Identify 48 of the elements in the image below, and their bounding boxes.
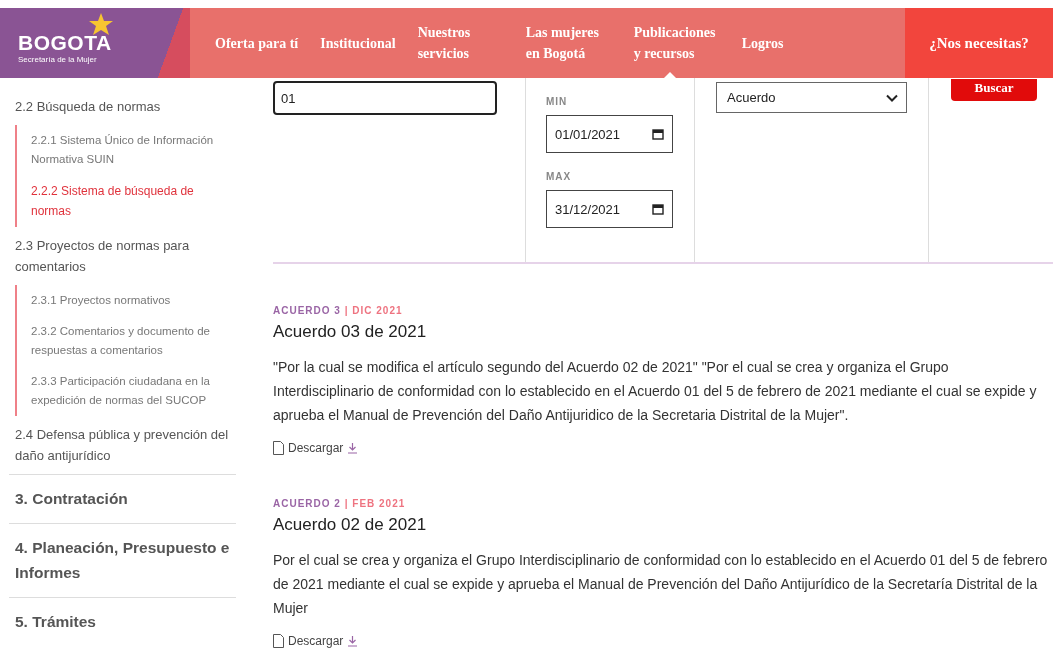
download-link[interactable]: Descargar	[288, 634, 344, 648]
star-icon	[88, 12, 114, 36]
sidebar-link[interactable]: 2.2 Búsqueda de normas	[15, 96, 236, 117]
calendar-icon[interactable]	[652, 128, 664, 140]
document-title: Acuerdo 02 de 2021	[273, 515, 428, 535]
nav-link[interactable]: Logros	[730, 8, 795, 78]
sidebar-section[interactable]: 4. Planeación, Presupuesto e Informes	[9, 523, 236, 597]
logo-panel[interactable]: BOGOTA Secretaría de la Mujer	[0, 8, 190, 78]
nav-link[interactable]: Oferta para tí	[204, 8, 310, 78]
sidebar-section[interactable]: 3. Contratación	[9, 474, 236, 523]
max-label: MAX	[546, 171, 572, 182]
download-link[interactable]: Descargar	[288, 441, 344, 455]
document-date: FEB 2021	[352, 498, 406, 509]
file-icon	[273, 441, 284, 455]
help-button[interactable]: ¿Nos necesitas?	[905, 8, 1053, 78]
nav-link[interactable]: Las mujeres en Bogotá	[514, 8, 623, 78]
sidebar-section[interactable]: 5. Trámites	[9, 597, 236, 646]
search-button[interactable]: Buscar	[951, 79, 1037, 101]
document-date: DIC 2021	[352, 305, 403, 316]
type-dropdown[interactable]: Acuerdo	[716, 82, 907, 113]
logo-subtitle: Secretaría de la Mujer	[18, 54, 98, 64]
nav-link[interactable]: Institucional	[309, 8, 407, 78]
min-label: MIN	[546, 96, 568, 107]
download-icon[interactable]	[347, 635, 359, 647]
number-field[interactable]: 01	[273, 81, 497, 115]
sidebar-link[interactable]: 2.3.3 Participación ciudadana en la expedición de normas del SUCOP	[31, 372, 236, 410]
chevron-down-icon	[886, 93, 898, 102]
calendar-icon[interactable]	[652, 203, 664, 215]
sidebar-link[interactable]: 2.3.1 Proyectos normativos	[31, 291, 236, 310]
download-icon[interactable]	[347, 442, 359, 454]
file-icon	[273, 634, 284, 648]
nav-link[interactable]: Publicaciones y recursos	[622, 8, 731, 78]
sidebar-link[interactable]: 2.3.2 Comentarios y documento de respuestas a comentarios	[31, 322, 236, 360]
logo-name: BOGOTA	[18, 30, 113, 55]
sidebar-link[interactable]: 2.2.2 Sistema de búsqueda de normas	[31, 181, 236, 221]
document-type: ACUERDO 2	[273, 498, 341, 509]
separator: |	[344, 498, 349, 509]
sidebar-link[interactable]: 2.4 Defensa pública y prevención del daño antijurídico	[15, 424, 236, 466]
max-date-field[interactable]: 31/12/2021	[546, 190, 673, 228]
min-date-field[interactable]: 01/01/2021	[546, 115, 673, 153]
document-description: Por el cual se crea y organiza el Grupo Interdisciplinario de conformidad con lo establecido en el Acuerdo 01 del 5 de febrero de 2021 mediante el cual se expide y aprueba el Manual de Prevención del Daño Antijurídico de la Secretaría Distrital de la Mujer	[273, 551, 1049, 618]
separator: |	[344, 305, 349, 316]
sidebar-link[interactable]: 2.3 Proyectos de normas para comentarios	[15, 235, 236, 277]
document-type: ACUERDO 3	[273, 305, 341, 316]
nav-link[interactable]: Nuestros servicios	[406, 8, 515, 78]
document-title: Acuerdo 03 de 2021	[273, 322, 428, 342]
document-description: "Por la cual se modifica el artículo segundo del Acuerdo 02 de 2021" "Por el cual se crea y organiza el Grupo Interdisciplinario de conformidad con lo establecido en el Acuerdo 01 del 5 de febrero de 2021 mediante el cual se expide y aprueba el Manual de Prevención del Daño Antijuridico de la Secretaria Distrital de la Mujer".	[273, 358, 1038, 425]
sidebar-link[interactable]: 2.2.1 Sistema Único de Información Normativa SUIN	[31, 131, 236, 169]
